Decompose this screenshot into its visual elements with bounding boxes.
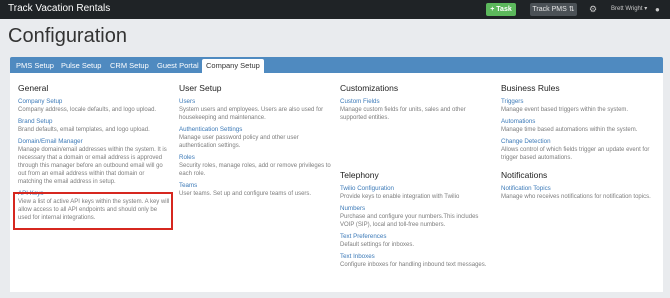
automations-link[interactable]: Automations xyxy=(501,118,653,126)
list-item: Text Inboxes Configure inboxes for handl… xyxy=(340,253,492,269)
customizations-column: Customizations Custom Fields Manage cust… xyxy=(340,83,492,126)
list-item: Company Setup Company address, locale de… xyxy=(18,98,170,114)
page-title: Configuration xyxy=(8,25,127,47)
users-link[interactable]: Users xyxy=(179,98,331,106)
twilio-configuration-link[interactable]: Twilio Configuration xyxy=(340,185,492,193)
item-description: Manage custom fields for units, sales an… xyxy=(340,107,466,121)
numbers-link[interactable]: Numbers xyxy=(340,205,492,213)
list-item: Notification Topics Manage who receives … xyxy=(501,185,653,201)
item-description: Default settings for inboxes. xyxy=(340,242,415,248)
tab-guest-portal[interactable]: Guest Portal xyxy=(153,59,203,73)
config-tabs: PMS Setup Pulse Setup CRM Setup Guest Po… xyxy=(10,57,663,73)
notification-topics-link[interactable]: Notification Topics xyxy=(501,185,653,193)
item-description: Purchase and configure your numbers.This… xyxy=(340,214,479,228)
list-item: Authentication Settings Manage user pass… xyxy=(179,126,331,150)
company-setup-panel: General Company Setup Company address, l… xyxy=(10,73,663,292)
brand-setup-link[interactable]: Brand Setup xyxy=(18,118,170,126)
notifications-heading: Notifications xyxy=(501,170,548,180)
item-description: Security roles, manage roles, add or rem… xyxy=(179,163,331,177)
telephony-column: Telephony Twilio Configuration Provide k… xyxy=(340,170,492,273)
user-name: Brett Wright xyxy=(611,6,643,12)
list-item: Users System users and employees. Users … xyxy=(179,98,331,122)
gear-icon[interactable]: ⚙ xyxy=(589,3,597,16)
list-item: Domain/Email Manager Manage domain/email… xyxy=(18,138,170,186)
authentication-settings-link[interactable]: Authentication Settings xyxy=(179,126,331,134)
list-item: Numbers Purchase and configure your numb… xyxy=(340,205,492,229)
list-item: Automations Manage time based automation… xyxy=(501,118,653,134)
company-setup-link[interactable]: Company Setup xyxy=(18,98,170,106)
text-preferences-link[interactable]: Text Preferences xyxy=(340,233,492,241)
tab-pulse-setup[interactable]: Pulse Setup xyxy=(57,59,105,73)
list-item: Roles Security roles, manage roles, add … xyxy=(179,154,331,178)
switch-icon: ⇅ xyxy=(568,6,575,13)
chevron-down-icon: ▾ xyxy=(644,6,648,12)
item-description: Manage user password policy and other us… xyxy=(179,135,299,149)
custom-fields-link[interactable]: Custom Fields xyxy=(340,98,492,106)
item-description: Configure inboxes for handling inbound t… xyxy=(340,262,487,268)
teams-link[interactable]: Teams xyxy=(179,182,331,190)
tab-pms-setup[interactable]: PMS Setup xyxy=(12,59,58,73)
item-description: Manage event based triggers within the s… xyxy=(501,107,629,113)
list-item: Custom Fields Manage custom fields for u… xyxy=(340,98,492,122)
add-task-button[interactable]: + Task xyxy=(486,3,516,16)
notifications-column: Notifications Notification Topics Manage… xyxy=(501,170,653,205)
change-detection-link[interactable]: Change Detection xyxy=(501,138,653,146)
domain-email-manager-link[interactable]: Domain/Email Manager xyxy=(18,138,170,146)
list-item: Teams User teams. Set up and configure t… xyxy=(179,182,331,198)
track-pms-button[interactable]: Track PMS ⇅ xyxy=(530,3,577,16)
business-rules-column: Business Rules Triggers Manage event bas… xyxy=(501,83,653,166)
item-description: System users and employees. Users are al… xyxy=(179,107,324,121)
tab-company-setup[interactable]: Company Setup xyxy=(202,59,264,73)
item-description: Allows control of which fields trigger a… xyxy=(501,147,650,161)
user-setup-column: User Setup Users System users and employ… xyxy=(179,83,331,202)
item-description: Brand defaults, email templates, and log… xyxy=(18,127,150,133)
brand-name[interactable]: Track Vacation Rentals xyxy=(8,3,110,14)
business-rules-heading: Business Rules xyxy=(501,83,560,93)
text-inboxes-link[interactable]: Text Inboxes xyxy=(340,253,492,261)
list-item: Change Detection Allows control of which… xyxy=(501,138,653,162)
triggers-link[interactable]: Triggers xyxy=(501,98,653,106)
top-navbar: Track Vacation Rentals + Task Track PMS … xyxy=(0,0,670,19)
list-item: Text Preferences Default settings for in… xyxy=(340,233,492,249)
item-description: Manage domain/email addresses within the… xyxy=(18,147,167,185)
customizations-heading: Customizations xyxy=(340,83,399,93)
item-description: Manage who receives notifications for no… xyxy=(501,194,651,200)
item-description: User teams. Set up and configure teams o… xyxy=(179,191,312,197)
user-menu[interactable]: Brett Wright ▾ xyxy=(611,3,647,16)
api-keys-highlight xyxy=(13,192,173,230)
list-item: Brand Setup Brand defaults, email templa… xyxy=(18,118,170,134)
list-item: Triggers Manage event based triggers wit… xyxy=(501,98,653,114)
list-item: Twilio Configuration Provide keys to ena… xyxy=(340,185,492,201)
tab-crm-setup[interactable]: CRM Setup xyxy=(106,59,153,73)
user-setup-heading: User Setup xyxy=(179,83,222,93)
person-icon[interactable]: ● xyxy=(655,3,660,16)
item-description: Company address, locale defaults, and lo… xyxy=(18,107,157,113)
item-description: Manage time based automations within the… xyxy=(501,127,638,133)
general-heading: General xyxy=(18,83,49,93)
track-pms-label: Track PMS xyxy=(532,6,567,13)
roles-link[interactable]: Roles xyxy=(179,154,331,162)
item-description: Provide keys to enable integration with … xyxy=(340,194,460,200)
telephony-heading: Telephony xyxy=(340,170,379,180)
